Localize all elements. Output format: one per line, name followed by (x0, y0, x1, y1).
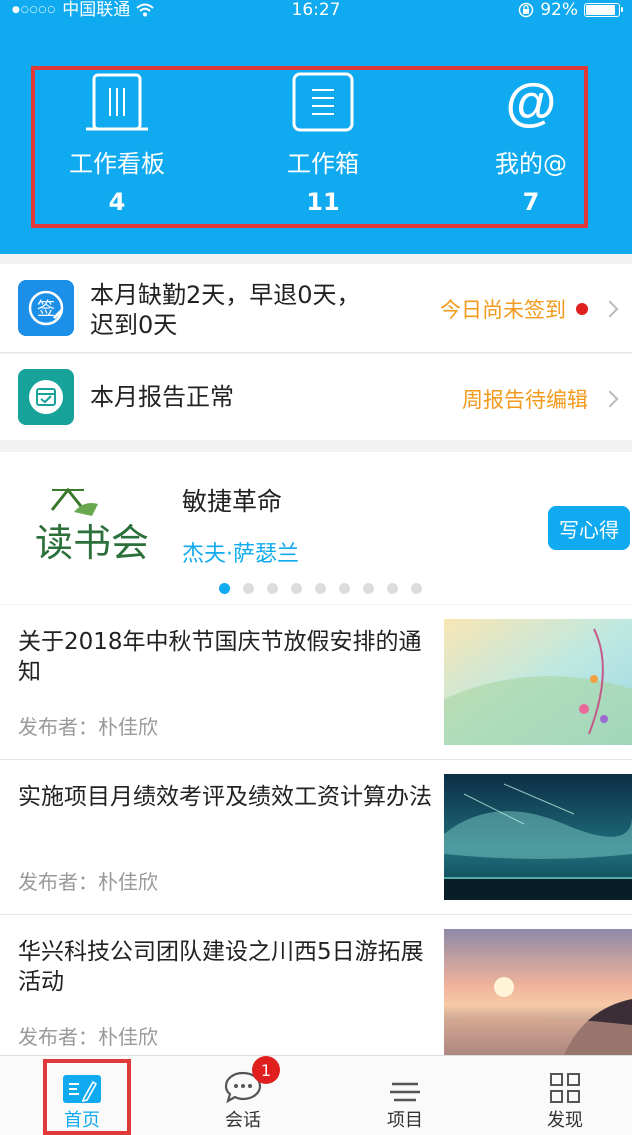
shortcut-label: 我的@ (495, 150, 567, 178)
inbox-icon (292, 72, 354, 132)
at-icon: @ (506, 74, 557, 130)
divider (0, 352, 632, 353)
attendance-summary: 本月缺勤2天，早退0天， (90, 281, 361, 309)
book-club-logo: 读书会 (22, 482, 162, 565)
battery-percent: 92% (540, 0, 578, 20)
news-publisher: 发布者：朴佳欣 (18, 1025, 158, 1049)
news-publisher: 发布者：朴佳欣 (18, 870, 158, 894)
status-bar: ●○○○○ 中国联通 16:27 92% (0, 0, 632, 22)
news-title: 华兴科技公司团队建设之川西5日游拓展活动 (18, 939, 424, 995)
attendance-summary-line2: 迟到0天 (90, 311, 178, 339)
news-title: 实施项目月绩效考评及绩效工资计算办法 (18, 784, 432, 810)
news-item[interactable]: 关于2018年中秋节国庆节放假安排的通知 发布者：朴佳欣 (0, 605, 632, 759)
report-summary: 本月报告正常 (90, 383, 234, 411)
shortcut-my-mentions[interactable]: @ 我的@ 7 (446, 72, 616, 216)
tab-discover[interactable]: 发现 (486, 1056, 632, 1135)
pager-dot[interactable] (387, 583, 398, 594)
menu-icon (390, 1082, 420, 1102)
news-thumbnail (444, 619, 632, 745)
report-status: 周报告待编辑 (462, 388, 588, 412)
pager-dot[interactable] (219, 583, 230, 594)
svg-text:读书会: 读书会 (35, 521, 149, 562)
chevron-right-icon (601, 300, 619, 318)
tab-projects[interactable]: 项目 (326, 1056, 484, 1135)
pager-dot[interactable] (243, 583, 254, 594)
pager-dot[interactable] (363, 583, 374, 594)
shortcut-label: 工作箱 (287, 150, 359, 178)
chat-unread-badge: 1 (252, 1056, 280, 1084)
svg-text:@: @ (506, 74, 557, 130)
chevron-right-icon (601, 390, 619, 408)
carousel-pager[interactable] (219, 583, 422, 594)
shortcut-work-box[interactable]: 工作箱 11 (238, 72, 408, 216)
calendar-check-icon (18, 369, 74, 425)
home-tab-highlight-frame (43, 1059, 131, 1135)
tab-chat[interactable]: 会话 (164, 1056, 322, 1135)
sign-in-status: 今日尚未签到 (440, 298, 566, 322)
tab-label: 发现 (547, 1110, 583, 1131)
pager-dot[interactable] (291, 583, 302, 594)
news-thumbnail (444, 774, 632, 900)
pager-dot[interactable] (411, 583, 422, 594)
pager-dot[interactable] (267, 583, 278, 594)
news-item[interactable]: 华兴科技公司团队建设之川西5日游拓展活动 发布者：朴佳欣 (0, 915, 632, 1055)
battery-icon (584, 3, 623, 17)
header-banner: ●○○○○ 中国联通 16:27 92% 工作看板 4 工作箱 11 @ 我的@… (0, 0, 632, 254)
shortcut-count: 7 (522, 188, 540, 216)
svg-text:签: 签 (37, 299, 55, 320)
report-row[interactable]: 本月报告正常 周报告待编辑 (0, 354, 632, 440)
board-icon (86, 73, 148, 131)
pager-dot[interactable] (339, 583, 350, 594)
shortcut-label: 工作看板 (69, 150, 165, 178)
sign-in-icon: 签 (18, 280, 74, 336)
news-publisher: 发布者：朴佳欣 (18, 715, 158, 739)
pager-dot[interactable] (315, 583, 326, 594)
grid-icon (550, 1073, 580, 1103)
write-review-button[interactable]: 写心得 (548, 506, 630, 550)
news-item[interactable]: 实施项目月绩效考评及绩效工资计算办法 发布者：朴佳欣 (0, 760, 632, 914)
news-title: 关于2018年中秋节国庆节放假安排的通知 (18, 629, 422, 685)
shortcut-work-board[interactable]: 工作看板 4 (32, 72, 202, 216)
shortcut-count: 4 (108, 188, 126, 216)
attendance-row[interactable]: 签 本月缺勤2天，早退0天， 迟到0天 今日尚未签到 (0, 264, 632, 352)
rotation-lock-icon (518, 2, 534, 18)
unsigned-indicator (576, 303, 588, 315)
book-title: 敏捷革命 (182, 487, 283, 516)
tab-label: 会话 (225, 1110, 261, 1131)
book-author[interactable]: 杰夫·萨瑟兰 (182, 536, 299, 568)
news-thumbnail (444, 929, 632, 1055)
shortcut-count: 11 (306, 188, 340, 216)
tab-label: 项目 (387, 1110, 423, 1131)
book-club-card[interactable]: 读书会 敏捷革命 杰夫·萨瑟兰 写心得 (0, 452, 632, 604)
